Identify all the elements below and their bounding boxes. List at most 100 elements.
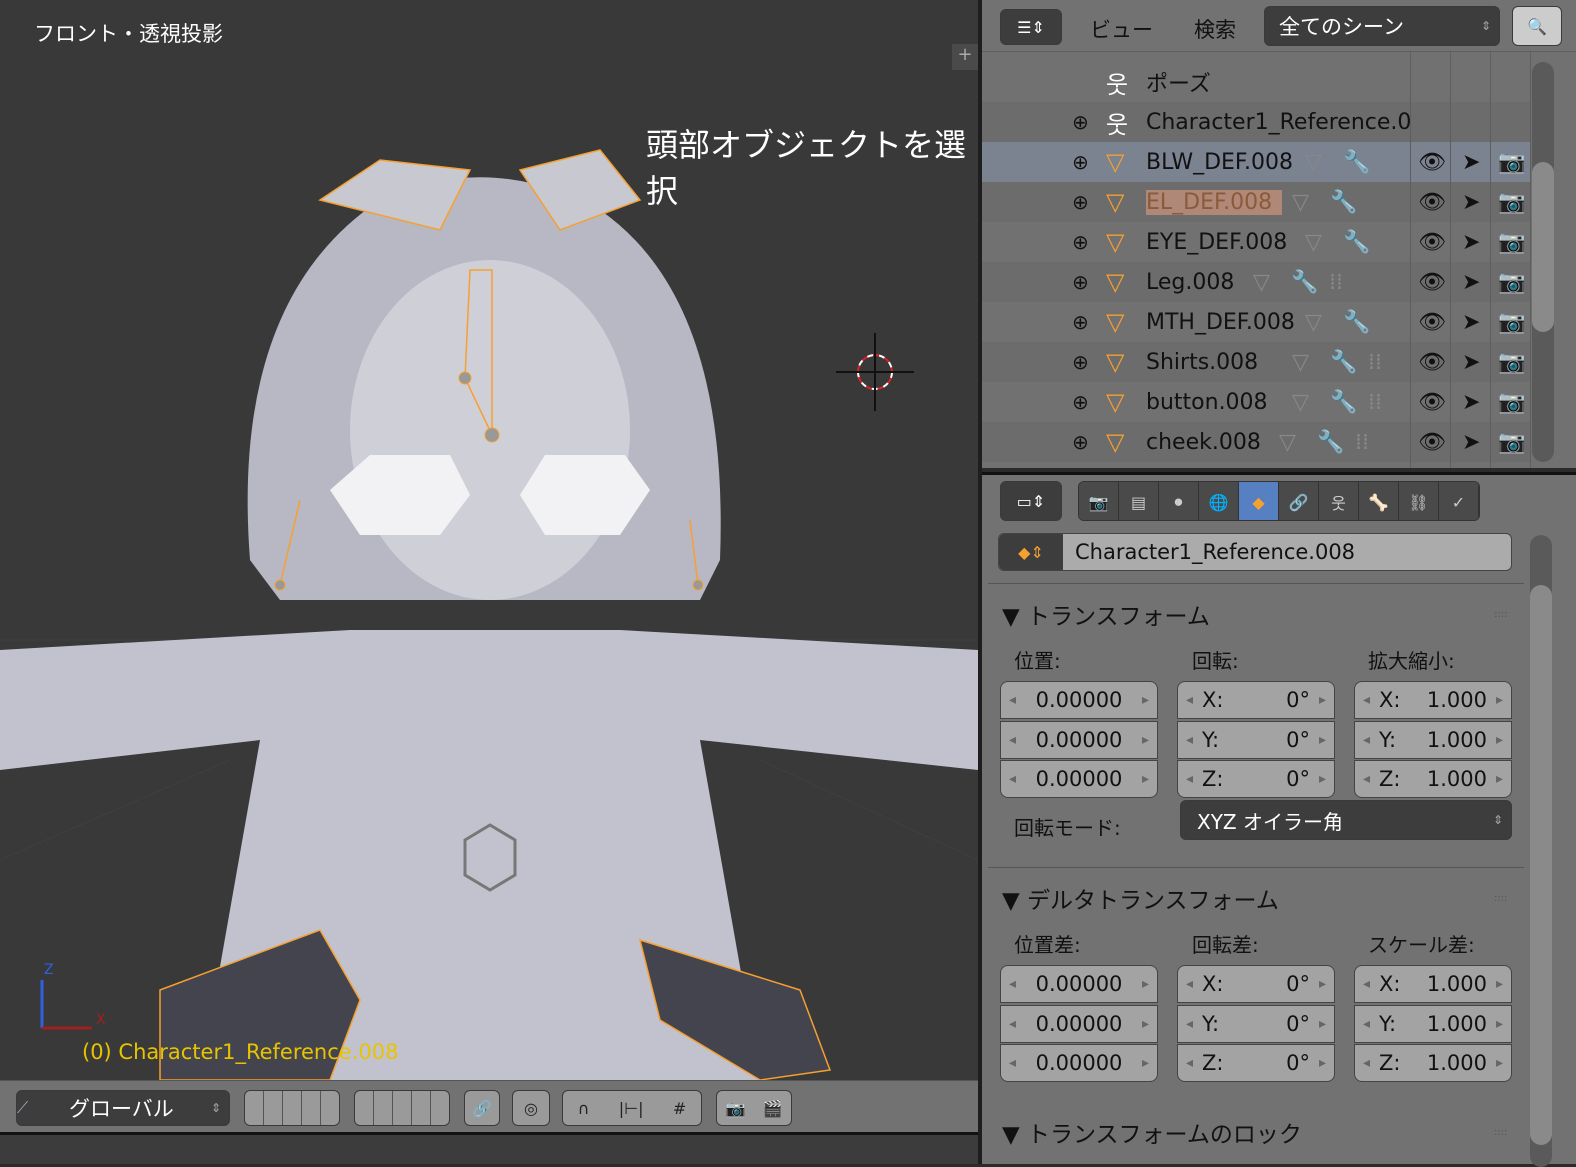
cursor-select-icon[interactable]: ➤ xyxy=(1462,310,1480,335)
rotation-field[interactable]: X:0° xyxy=(1177,681,1335,719)
wrench-icon[interactable]: 🔧 xyxy=(1330,390,1357,415)
rotation-field[interactable]: Z:0° xyxy=(1177,1044,1335,1082)
camera-render-icon[interactable]: 📷 xyxy=(1498,430,1525,455)
camera-render-icon[interactable]: 📷 xyxy=(1498,310,1525,335)
layers-grid-2[interactable] xyxy=(354,1090,450,1126)
scale-field[interactable]: Y:1.000 xyxy=(1354,1004,1512,1043)
vertex-groups-icon[interactable]: ⁞⁞ xyxy=(1368,390,1382,415)
outliner-item[interactable]: ⊕ ▽ MTH_DEF.008 ▽ 🔧 👁 ➤ 📷 xyxy=(982,302,1530,342)
item-name[interactable]: Shirts.008 xyxy=(1146,350,1258,375)
tab-object-icon[interactable]: ◆ xyxy=(1239,482,1279,520)
location-field[interactable]: 0.00000 xyxy=(1000,965,1158,1003)
scale-field[interactable]: X:1.000 xyxy=(1354,965,1512,1003)
scale-field[interactable]: Z:1.000 xyxy=(1354,760,1512,798)
cursor-select-icon[interactable]: ➤ xyxy=(1462,390,1480,415)
expand-icon[interactable]: ⊕ xyxy=(1072,270,1089,294)
menu-view[interactable]: ビュー xyxy=(1090,14,1153,44)
outliner-item[interactable]: ⊕ ▽ EYE_DEF.008 ▽ 🔧 👁 ➤ 📷 xyxy=(982,222,1530,262)
snap-element-icon[interactable]: |⊢| xyxy=(619,1099,644,1118)
region-toggle-button[interactable]: + xyxy=(952,44,978,70)
location-field[interactable]: 0.00000 xyxy=(1000,681,1158,719)
wrench-icon[interactable]: 🔧 xyxy=(1330,190,1357,215)
location-field[interactable]: 0.00000 xyxy=(1000,720,1158,759)
item-name[interactable]: button.008 xyxy=(1146,390,1268,415)
proportional-edit-icon[interactable]: ◎ xyxy=(512,1090,550,1126)
magnet-icon[interactable]: ∩ xyxy=(578,1099,590,1118)
mesh-data-icon[interactable]: ▽ xyxy=(1305,230,1322,255)
panel-delta[interactable]: ▼ デルタトランスフォーム xyxy=(1002,881,1279,915)
camera-render-icon[interactable]: 📷 xyxy=(726,1099,746,1118)
cursor-select-icon[interactable]: ➤ xyxy=(1462,270,1480,295)
wrench-icon[interactable]: 🔧 xyxy=(1343,230,1370,255)
outliner-item[interactable]: ⊕ ▽ BLW_DEF.008 ▽ 🔧 👁 ➤ 📷 xyxy=(982,142,1530,182)
properties-scrollbar[interactable] xyxy=(1530,535,1552,1167)
eye-icon[interactable]: 👁 xyxy=(1418,390,1446,415)
location-field[interactable]: 0.00000 xyxy=(1000,1004,1158,1043)
scale-field[interactable]: Z:1.000 xyxy=(1354,1044,1512,1082)
object-name-field[interactable]: ◆⇕ Character1_Reference.008 xyxy=(998,533,1512,571)
drag-handle-icon[interactable]: :::: xyxy=(1494,1127,1507,1138)
panel-transform[interactable]: ▼ トランスフォーム xyxy=(1002,597,1210,631)
wrench-icon[interactable]: 🔧 xyxy=(1343,310,1370,335)
transform-orientation-select[interactable]: ⟋ グローバル ⇕ xyxy=(16,1090,230,1126)
tab-modifiers-armature-icon[interactable]: 웃 xyxy=(1319,482,1359,520)
tab-bone-constraints-icon[interactable]: ⛓ xyxy=(1399,482,1439,520)
item-name[interactable]: ポーズ xyxy=(1146,66,1211,98)
item-name[interactable]: Leg.008 xyxy=(1146,270,1234,295)
cursor-select-icon[interactable]: ➤ xyxy=(1462,430,1480,455)
camera-render-icon[interactable]: 📷 xyxy=(1498,350,1525,375)
eye-icon[interactable]: 👁 xyxy=(1418,150,1446,175)
mesh-data-icon[interactable]: ▽ xyxy=(1253,270,1270,295)
object-cube-icon[interactable]: ◆⇕ xyxy=(999,534,1063,570)
scale-field[interactable]: X:1.000 xyxy=(1354,681,1512,719)
lock-layers-icon[interactable]: 🔗 xyxy=(464,1090,500,1126)
eye-icon[interactable]: 👁 xyxy=(1418,350,1446,375)
expand-icon[interactable]: ⊕ xyxy=(1072,190,1089,214)
editor-type-properties-icon[interactable]: ▭⇕ xyxy=(1000,481,1062,521)
cursor-select-icon[interactable]: ➤ xyxy=(1462,190,1480,215)
mesh-data-icon[interactable]: ▽ xyxy=(1305,150,1322,175)
mesh-data-icon[interactable]: ▽ xyxy=(1292,190,1309,215)
outliner-item[interactable]: ⊕ ▽ cheek.008 ▽ 🔧 ⁞⁞ 👁 ➤ 📷 xyxy=(982,422,1530,462)
outliner-item[interactable]: ⊕ ▽ Leg.008 ▽ 🔧 ⁞⁞ 👁 ➤ 📷 xyxy=(982,262,1530,302)
eye-icon[interactable]: 👁 xyxy=(1418,190,1446,215)
scale-field[interactable]: Y:1.000 xyxy=(1354,720,1512,759)
editor-type-outliner-icon[interactable]: ☰⇕ xyxy=(1000,9,1062,45)
mesh-data-icon[interactable]: ▽ xyxy=(1292,350,1309,375)
tab-render-layers-icon[interactable]: ▤ xyxy=(1119,482,1159,520)
tab-constraints-icon[interactable]: 🔗 xyxy=(1279,482,1319,520)
camera-render-icon[interactable]: 📷 xyxy=(1498,270,1525,295)
snap-target-icon[interactable]: # xyxy=(673,1099,686,1118)
search-icon[interactable]: 🔍 xyxy=(1512,6,1562,46)
rotation-field[interactable]: Y:0° xyxy=(1177,720,1335,759)
expand-icon[interactable]: ⊕ xyxy=(1072,390,1089,414)
tab-data-icon[interactable]: ✓ xyxy=(1439,482,1479,520)
camera-render-icon[interactable]: 📷 xyxy=(1498,230,1525,255)
eye-icon[interactable]: 👁 xyxy=(1418,310,1446,335)
wrench-icon[interactable]: 🔧 xyxy=(1291,270,1318,295)
rotation-field[interactable]: Z:0° xyxy=(1177,760,1335,798)
render-buttons[interactable]: 📷 🎬 xyxy=(716,1090,792,1126)
mesh-data-icon[interactable]: ▽ xyxy=(1279,430,1296,455)
camera-render-icon[interactable]: 📷 xyxy=(1498,390,1525,415)
tab-world-icon[interactable]: 🌐 xyxy=(1199,482,1239,520)
rotation-field[interactable]: X:0° xyxy=(1177,965,1335,1003)
outliner-item[interactable]: ⊕ ▽ button.008 ▽ 🔧 ⁞⁞ 👁 ➤ 📷 xyxy=(982,382,1530,422)
mesh-data-icon[interactable]: ▽ xyxy=(1292,390,1309,415)
tab-scene-icon[interactable]: ⚫ xyxy=(1159,482,1199,520)
item-name[interactable]: BLW_DEF.008 xyxy=(1146,150,1293,175)
drag-handle-icon[interactable]: :::: xyxy=(1494,893,1507,904)
location-field[interactable]: 0.00000 xyxy=(1000,1044,1158,1082)
location-field[interactable]: 0.00000 xyxy=(1000,760,1158,798)
expand-icon[interactable]: ⊕ xyxy=(1072,230,1089,254)
eye-icon[interactable]: 👁 xyxy=(1418,270,1446,295)
cursor-select-icon[interactable]: ➤ xyxy=(1462,150,1480,175)
tab-bone-icon[interactable]: 🦴 xyxy=(1359,482,1399,520)
camera-render-icon[interactable]: 📷 xyxy=(1498,150,1525,175)
display-mode-select[interactable]: 全てのシーン ⇕ xyxy=(1264,6,1500,46)
item-name[interactable]: cheek.008 xyxy=(1146,430,1261,455)
camera-render-icon[interactable]: 📷 xyxy=(1498,190,1525,215)
rotation-mode-select[interactable]: XYZ オイラー角 ⇕ xyxy=(1180,800,1512,840)
outliner-item[interactable]: 웃 ポーズ xyxy=(982,62,1530,102)
drag-handle-icon[interactable]: :::: xyxy=(1494,609,1507,620)
